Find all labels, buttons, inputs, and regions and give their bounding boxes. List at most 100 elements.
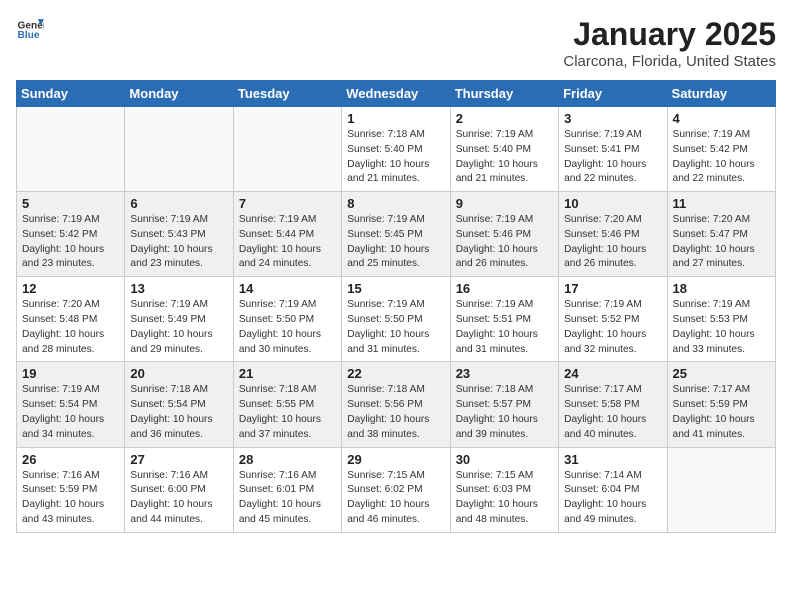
calendar-cell: 14Sunrise: 7:19 AM Sunset: 5:50 PM Dayli…: [233, 277, 341, 362]
calendar-cell: 7Sunrise: 7:19 AM Sunset: 5:44 PM Daylig…: [233, 192, 341, 277]
day-info: Sunrise: 7:18 AM Sunset: 5:56 PM Dayligh…: [347, 383, 444, 442]
day-info: Sunrise: 7:16 AM Sunset: 5:59 PM Dayligh…: [22, 469, 119, 528]
weekday-header-saturday: Saturday: [667, 81, 775, 107]
day-info: Sunrise: 7:19 AM Sunset: 5:50 PM Dayligh…: [347, 298, 444, 357]
day-info: Sunrise: 7:19 AM Sunset: 5:54 PM Dayligh…: [22, 383, 119, 442]
calendar-cell: 11 Sunrise: 7:20 AM Sunset: 5:47 PM Dayli…: [667, 192, 775, 277]
day-info: Sunrise: 7:19 AM Sunset: 5:51 PM Dayligh…: [456, 298, 553, 357]
calendar-cell: 30 Sunrise: 7:15 AM Sunset: 6:03 PM Dayli…: [450, 447, 558, 532]
calendar-cell: 8 Sunrise: 7:19 AM Sunset: 5:45 PM Daylig…: [342, 192, 450, 277]
calendar-week-row: 12 Sunrise: 7:20 AM Sunset: 5:48 PM Dayli…: [17, 277, 776, 362]
day-number: 19: [22, 366, 119, 381]
day-number: 3: [564, 111, 661, 126]
day-info: Sunrise: 7:19 AM Sunset: 5:41 PM Dayligh…: [564, 128, 661, 187]
day-number: 30: [456, 452, 553, 467]
day-number: 26: [22, 452, 119, 467]
logo-icon: General Blue: [16, 16, 44, 44]
day-info: Sunrise: 7:19 AM Sunset: 5:43 PM Dayligh…: [130, 213, 227, 272]
day-number: 29: [347, 452, 444, 467]
day-info: Sunrise: 7:19 AM Sunset: 5:40 PM Dayligh…: [456, 128, 553, 187]
day-info: Sunrise: 7:18 AM Sunset: 5:40 PM Dayligh…: [347, 128, 444, 187]
day-number: 25: [673, 366, 770, 381]
day-number: 31: [564, 452, 661, 467]
day-info: Sunrise: 7:18 AM Sunset: 5:55 PM Dayligh…: [239, 383, 336, 442]
day-info: Sunrise: 7:20 AM Sunset: 5:48 PM Dayligh…: [22, 298, 119, 357]
day-number: 16: [456, 281, 553, 296]
day-info: Sunrise: 7:15 AM Sunset: 6:03 PM Dayligh…: [456, 469, 553, 528]
day-number: 8: [347, 196, 444, 211]
day-number: 7: [239, 196, 336, 211]
day-number: 17: [564, 281, 661, 296]
month-title: January 2025: [563, 16, 776, 53]
day-number: 15: [347, 281, 444, 296]
day-info: Sunrise: 7:15 AM Sunset: 6:02 PM Dayligh…: [347, 469, 444, 528]
day-number: 9: [456, 196, 553, 211]
day-number: 10: [564, 196, 661, 211]
day-number: 13: [130, 281, 227, 296]
calendar-cell: 24Sunrise: 7:17 AM Sunset: 5:58 PM Dayli…: [559, 362, 667, 447]
day-info: Sunrise: 7:19 AM Sunset: 5:53 PM Dayligh…: [673, 298, 770, 357]
calendar-week-row: 19 Sunrise: 7:19 AM Sunset: 5:54 PM Dayli…: [17, 362, 776, 447]
day-number: 5: [22, 196, 119, 211]
calendar-cell: 6 Sunrise: 7:19 AM Sunset: 5:43 PM Daylig…: [125, 192, 233, 277]
calendar-cell: 29 Sunrise: 7:15 AM Sunset: 6:02 PM Dayli…: [342, 447, 450, 532]
day-number: 20: [130, 366, 227, 381]
calendar-cell: [667, 447, 775, 532]
weekday-header-wednesday: Wednesday: [342, 81, 450, 107]
day-number: 22: [347, 366, 444, 381]
day-info: Sunrise: 7:18 AM Sunset: 5:54 PM Dayligh…: [130, 383, 227, 442]
day-number: 6: [130, 196, 227, 211]
calendar-cell: 15 Sunrise: 7:19 AM Sunset: 5:50 PM Dayli…: [342, 277, 450, 362]
weekday-header-monday: Monday: [125, 81, 233, 107]
day-number: 18: [673, 281, 770, 296]
day-info: Sunrise: 7:20 AM Sunset: 5:47 PM Dayligh…: [673, 213, 770, 272]
day-info: Sunrise: 7:19 AM Sunset: 5:52 PM Dayligh…: [564, 298, 661, 357]
day-number: 1: [347, 111, 444, 126]
day-info: Sunrise: 7:18 AM Sunset: 5:57 PM Dayligh…: [456, 383, 553, 442]
page-header: General Blue January 2025 Clarcona, Flor…: [16, 16, 776, 70]
calendar-cell: 3 Sunrise: 7:19 AM Sunset: 5:41 PM Daylig…: [559, 107, 667, 192]
logo: General Blue: [16, 16, 44, 44]
calendar-cell: 4 Sunrise: 7:19 AM Sunset: 5:42 PM Daylig…: [667, 107, 775, 192]
day-info: Sunrise: 7:16 AM Sunset: 6:01 PM Dayligh…: [239, 469, 336, 528]
day-info: Sunrise: 7:19 AM Sunset: 5:46 PM Dayligh…: [456, 213, 553, 272]
day-info: Sunrise: 7:20 AM Sunset: 5:46 PM Dayligh…: [564, 213, 661, 272]
calendar-cell: 9 Sunrise: 7:19 AM Sunset: 5:46 PM Daylig…: [450, 192, 558, 277]
calendar-cell: 1 Sunrise: 7:18 AM Sunset: 5:40 PM Daylig…: [342, 107, 450, 192]
calendar-cell: [125, 107, 233, 192]
day-number: 24: [564, 366, 661, 381]
title-area: January 2025 Clarcona, Florida, United S…: [563, 16, 776, 70]
calendar-cell: 13 Sunrise: 7:19 AM Sunset: 5:49 PM Dayli…: [125, 277, 233, 362]
calendar-week-row: 1 Sunrise: 7:18 AM Sunset: 5:40 PM Daylig…: [17, 107, 776, 192]
calendar-cell: [17, 107, 125, 192]
day-number: 11: [673, 196, 770, 211]
weekday-header-sunday: Sunday: [17, 81, 125, 107]
day-info: Sunrise: 7:19 AM Sunset: 5:42 PM Dayligh…: [22, 213, 119, 272]
day-info: Sunrise: 7:19 AM Sunset: 5:42 PM Dayligh…: [673, 128, 770, 187]
calendar-cell: 26 Sunrise: 7:16 AM Sunset: 5:59 PM Dayli…: [17, 447, 125, 532]
weekday-header-friday: Friday: [559, 81, 667, 107]
calendar-cell: 5 Sunrise: 7:19 AM Sunset: 5:42 PM Daylig…: [17, 192, 125, 277]
day-info: Sunrise: 7:14 AM Sunset: 6:04 PM Dayligh…: [564, 469, 661, 528]
calendar-cell: 17 Sunrise: 7:19 AM Sunset: 5:52 PM Dayli…: [559, 277, 667, 362]
day-number: 27: [130, 452, 227, 467]
day-number: 4: [673, 111, 770, 126]
calendar-cell: 16 Sunrise: 7:19 AM Sunset: 5:51 PM Dayli…: [450, 277, 558, 362]
day-info: Sunrise: 7:19 AM Sunset: 5:45 PM Dayligh…: [347, 213, 444, 272]
calendar-cell: 18 Sunrise: 7:19 AM Sunset: 5:53 PM Dayli…: [667, 277, 775, 362]
day-info: Sunrise: 7:19 AM Sunset: 5:50 PM Dayligh…: [239, 298, 336, 357]
day-info: Sunrise: 7:19 AM Sunset: 5:49 PM Dayligh…: [130, 298, 227, 357]
day-number: 21: [239, 366, 336, 381]
calendar-week-row: 5 Sunrise: 7:19 AM Sunset: 5:42 PM Daylig…: [17, 192, 776, 277]
day-number: 12: [22, 281, 119, 296]
weekday-header-row: SundayMondayTuesdayWednesdayThursdayFrid…: [17, 81, 776, 107]
calendar-cell: 28 Sunrise: 7:16 AM Sunset: 6:01 PM Dayli…: [233, 447, 341, 532]
calendar-cell: 23Sunrise: 7:18 AM Sunset: 5:57 PM Dayli…: [450, 362, 558, 447]
calendar-cell: 19 Sunrise: 7:19 AM Sunset: 5:54 PM Dayli…: [17, 362, 125, 447]
calendar-cell: 27 Sunrise: 7:16 AM Sunset: 6:00 PM Dayli…: [125, 447, 233, 532]
day-number: 2: [456, 111, 553, 126]
day-number: 28: [239, 452, 336, 467]
calendar-week-row: 26 Sunrise: 7:16 AM Sunset: 5:59 PM Dayli…: [17, 447, 776, 532]
day-info: Sunrise: 7:16 AM Sunset: 6:00 PM Dayligh…: [130, 469, 227, 528]
day-info: Sunrise: 7:17 AM Sunset: 5:59 PM Dayligh…: [673, 383, 770, 442]
